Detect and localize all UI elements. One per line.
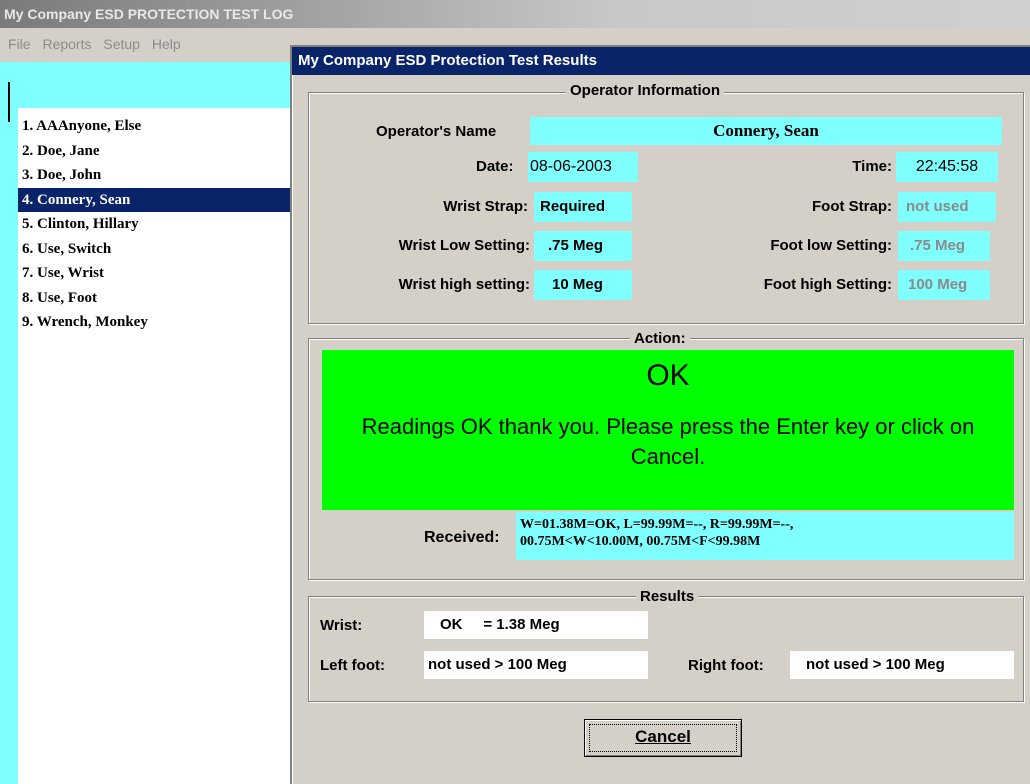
action-status-panel: OK Readings OK thank you. Please press t… — [322, 350, 1014, 510]
results-legend: Results — [636, 588, 699, 605]
wrist-low-field: .75 Meg — [534, 231, 632, 261]
left-foot-label: Left foot: — [320, 657, 385, 674]
results-group — [308, 596, 1024, 702]
operator-info-legend: Operator Information — [566, 82, 725, 99]
received-line-1: W=01.38M=OK, L=99.99M=--, R=99.99M=--, — [520, 517, 794, 532]
time-label: Time: — [852, 158, 892, 175]
right-foot-label: Right foot: — [688, 657, 764, 674]
focus-rect — [589, 724, 737, 752]
wrist-strap-field: Required — [534, 192, 632, 222]
operator-name-field: Connery, Sean — [530, 117, 1002, 145]
foot-high-label: Foot high Setting: — [763, 276, 892, 293]
left-foot-field: not used > 100 Meg — [424, 651, 648, 679]
foot-strap-label: Foot Strap: — [812, 198, 892, 215]
wrist-high-label: Wrist high setting: — [398, 276, 530, 293]
foot-strap-field: not used — [898, 192, 996, 222]
action-legend: Action: — [630, 330, 690, 347]
operator-list-item[interactable]: 5. Clinton, Hillary — [18, 212, 300, 237]
wrist-low-label: Wrist Low Setting: — [398, 237, 530, 254]
panel-edge — [8, 82, 10, 122]
wrist-result-field: OK = 1.38 Meg — [424, 611, 648, 639]
operator-list-item[interactable]: 6. Use, Switch — [18, 237, 300, 262]
right-foot-field: not used > 100 Meg — [790, 651, 1014, 679]
action-message: Readings OK thank you. Please press the … — [361, 414, 975, 469]
wrist-strap-label: Wrist Strap: — [443, 198, 528, 215]
menu-reports[interactable]: Reports — [42, 36, 91, 52]
operator-name-label: Operator's Name — [376, 123, 497, 140]
wrist-high-field: 10 Meg — [534, 270, 632, 300]
wrist-result-label: Wrist: — [320, 617, 363, 634]
time-field: 22:45:58 — [896, 152, 998, 182]
received-line-2: 00.75M<W<10.00M, 00.75M<F<99.98M — [520, 534, 761, 549]
foot-low-label: Foot low Setting: — [770, 237, 892, 254]
operator-list-item-selected[interactable]: 4. Connery, Sean — [18, 187, 300, 212]
operator-list-item[interactable]: 9. Wrench, Monkey — [18, 310, 300, 335]
operator-list[interactable]: 1. AAAnyone, Else 2. Doe, Jane 3. Doe, J… — [18, 108, 300, 784]
operator-list-item[interactable]: 2. Doe, Jane — [18, 139, 300, 164]
operator-list-item[interactable]: 1. AAAnyone, Else — [18, 114, 300, 139]
menu-setup[interactable]: Setup — [103, 36, 140, 52]
date-field: 08-06-2003 — [528, 152, 638, 182]
foot-low-field: .75 Meg — [898, 231, 990, 261]
menu-help[interactable]: Help — [152, 36, 181, 52]
date-label: Date: — [476, 158, 514, 175]
operator-list-item[interactable]: 3. Doe, John — [18, 163, 300, 188]
main-window-title: My Company ESD PROTECTION TEST LOG — [0, 0, 1030, 28]
cancel-button[interactable]: Cancel — [584, 719, 742, 757]
foot-high-field: 100 Meg — [898, 270, 990, 300]
menu-file[interactable]: File — [8, 36, 31, 52]
operator-list-item[interactable]: 8. Use, Foot — [18, 286, 300, 311]
menu-bar: File Reports Setup Help — [0, 28, 300, 62]
dialog-title: My Company ESD Protection Test Results — [292, 47, 1030, 75]
operator-list-item[interactable]: 7. Use, Wrist — [18, 261, 300, 286]
action-status: OK — [646, 359, 690, 392]
received-field: W=01.38M=OK, L=99.99M=--, R=99.99M=--, 0… — [516, 512, 1014, 560]
received-label: Received: — [424, 529, 500, 546]
